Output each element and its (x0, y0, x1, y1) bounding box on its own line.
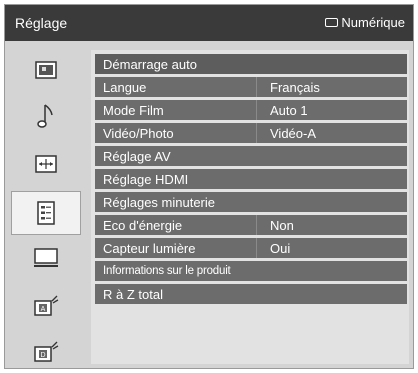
input-source-label: Numérique (341, 15, 405, 30)
menu-row-hdmi-setup[interactable]: Réglage HDMI (95, 169, 407, 189)
menu-row-value: Oui (270, 241, 291, 256)
menu-row-light-sensor[interactable]: Capteur lumière Oui (95, 238, 407, 258)
menu-row-film-mode[interactable]: Mode Film Auto 1 (95, 100, 407, 120)
digital-antenna-icon: D (34, 341, 59, 362)
source-icon (325, 18, 339, 27)
sidebar-item-setup[interactable] (11, 191, 81, 235)
menu-row-label: Démarrage auto (103, 57, 197, 72)
menu-row-label: Réglage HDMI (103, 172, 189, 187)
menu-row-label: Vidéo/Photo (103, 126, 174, 141)
divider (256, 215, 257, 235)
page-title: Réglage (15, 15, 68, 31)
picture-icon (35, 61, 57, 79)
menu-row-label: Réglages minuterie (103, 195, 216, 210)
menu-row-video-photo[interactable]: Vidéo/Photo Vidéo-A (95, 123, 407, 143)
sidebar-item-sound[interactable] (13, 97, 79, 135)
menu-row-timer-settings[interactable]: Réglages minuterie (95, 192, 407, 212)
menu-row-auto-start[interactable]: Démarrage auto (95, 54, 407, 74)
sidebar-item-screen[interactable] (13, 145, 79, 183)
menu-row-label: Informations sur le produit (103, 265, 231, 277)
menu-row-av-setup[interactable]: Réglage AV (95, 146, 407, 166)
sidebar-item-digital-tuning[interactable]: D (13, 333, 79, 371)
menu-row-power-saving[interactable]: Eco d'énergie Non (95, 215, 407, 235)
svg-text:D: D (40, 352, 45, 359)
menu-row-language[interactable]: Langue Français (95, 77, 407, 97)
menu-row-label: Langue (103, 80, 147, 95)
setup-list-icon (37, 201, 55, 225)
divider (256, 100, 257, 120)
input-source-indicator: Numérique (325, 15, 405, 30)
header-bar: Réglage Numérique (5, 5, 413, 41)
menu-row-value: Auto 1 (270, 103, 308, 118)
music-note-icon (37, 104, 53, 128)
menu-row-label: Mode Film (103, 103, 164, 118)
analog-antenna-icon: A (34, 295, 59, 316)
menu-row-label: Réglage AV (103, 149, 171, 164)
monitor-icon (34, 248, 58, 267)
menu-row-factory-reset[interactable]: R à Z total (95, 284, 407, 304)
sidebar-item-pc-settings[interactable] (13, 239, 79, 277)
tv-settings-screen: Réglage Numérique A D Démarrage auto Lan… (0, 0, 418, 373)
menu-row-value: Français (270, 80, 320, 95)
svg-text:A: A (41, 306, 46, 313)
divider (256, 123, 257, 143)
sidebar-item-analog-tuning[interactable]: A (13, 287, 79, 325)
settings-window: Réglage Numérique A D Démarrage auto Lan… (4, 4, 414, 369)
menu-row-value: Vidéo-A (270, 126, 317, 141)
menu-row-value: Non (270, 218, 294, 233)
category-sidebar: A D (5, 41, 85, 368)
menu-row-label: Eco d'énergie (103, 218, 183, 233)
sidebar-item-picture[interactable] (13, 51, 79, 89)
menu-row-label: R à Z total (103, 287, 163, 302)
divider (256, 77, 257, 97)
screen-adjust-icon (35, 155, 57, 173)
menu-row-label: Capteur lumière (103, 241, 196, 256)
divider (256, 238, 257, 258)
menu-row-product-information[interactable]: Informations sur le produit (95, 261, 407, 281)
settings-menu-panel: Démarrage auto Langue Français Mode Film… (91, 50, 409, 364)
